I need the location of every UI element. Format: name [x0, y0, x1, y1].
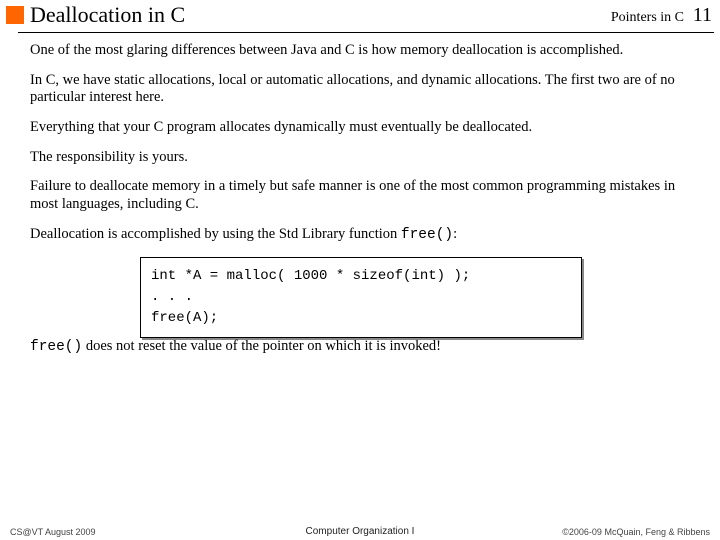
slide-body: One of the most glaring differences betw…	[30, 42, 692, 368]
paragraph: In C, we have static allocations, local …	[30, 72, 692, 107]
paragraph: Everything that your C program allocates…	[30, 119, 692, 137]
paragraph: The responsibility is yours.	[30, 149, 692, 167]
slide-header: Deallocation in C Pointers in C 11	[0, 0, 720, 34]
inline-code: free()	[30, 339, 82, 355]
slide-footer: CS@VT August 2009 Computer Organization …	[0, 521, 720, 537]
page-number: 11	[693, 4, 712, 27]
text: Deallocation is accomplished by using th…	[30, 226, 401, 242]
code-block: int *A = malloc( 1000 * sizeof(int) ); .…	[140, 257, 582, 338]
paragraph: Failure to deallocate memory in a timely…	[30, 178, 692, 213]
paragraph: One of the most glaring differences betw…	[30, 42, 692, 60]
slide: Deallocation in C Pointers in C 11 One o…	[0, 0, 720, 540]
text: does not reset the value of the pointer …	[82, 338, 441, 354]
slide-title: Deallocation in C	[30, 2, 185, 28]
chapter-label: Pointers in C	[611, 10, 684, 26]
bullet-icon	[6, 6, 24, 24]
text: :	[453, 226, 457, 242]
paragraph: Deallocation is accomplished by using th…	[30, 226, 692, 245]
code-line: free(A);	[151, 308, 571, 329]
callout-note: free() does not reset the value of the p…	[30, 338, 692, 357]
code-line: int *A = malloc( 1000 * sizeof(int) );	[151, 266, 571, 287]
code-line: . . .	[151, 287, 571, 308]
inline-code: free()	[401, 227, 453, 243]
footer-right: ©2006-09 McQuain, Feng & Ribbens	[562, 527, 710, 537]
